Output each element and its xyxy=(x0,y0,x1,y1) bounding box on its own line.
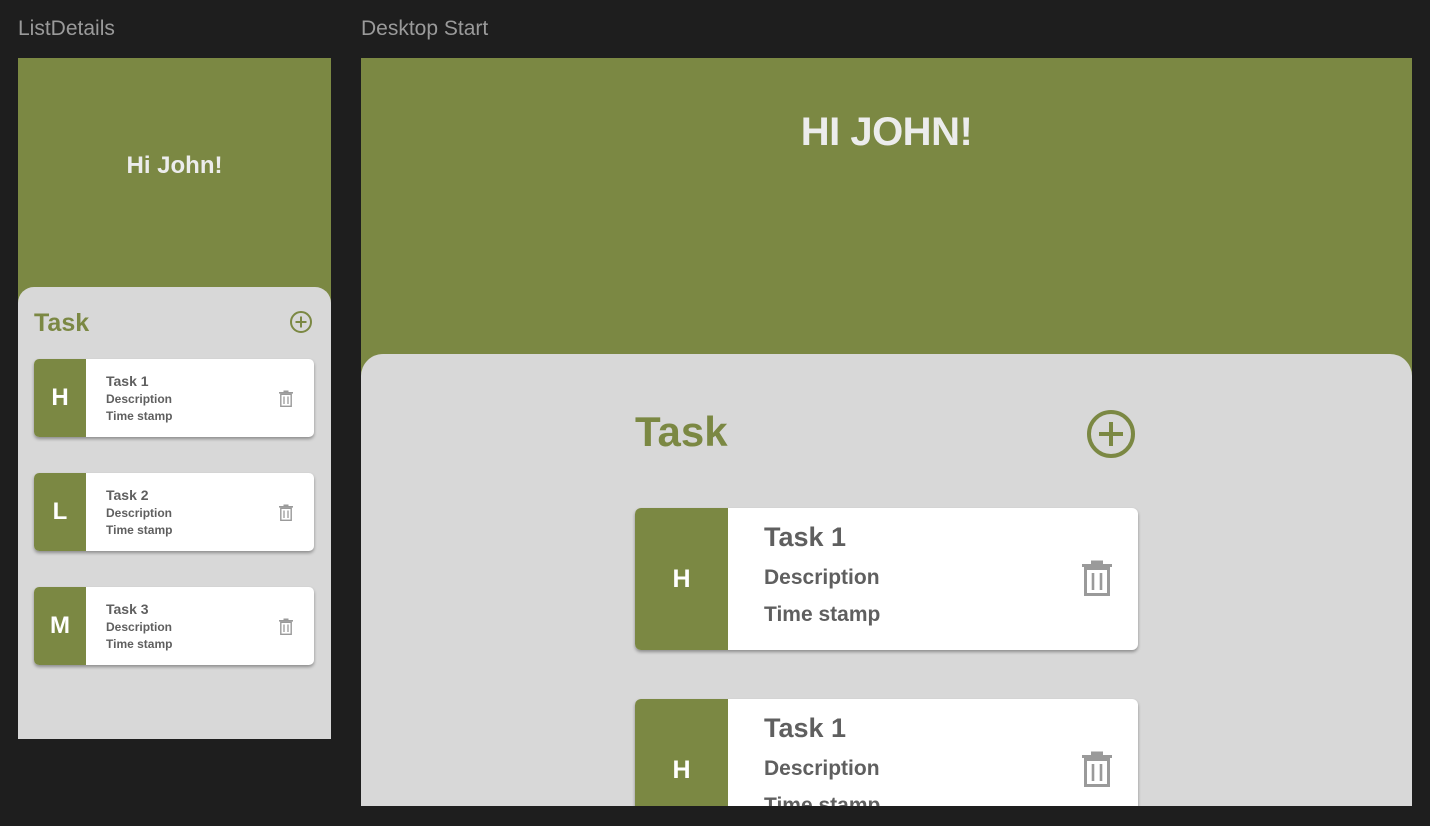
greeting-heading: HI JOHN! xyxy=(800,110,973,154)
task-section-title: Task xyxy=(34,309,90,337)
task-title: Task 2 xyxy=(106,487,149,503)
greeting-heading: Hi John! xyxy=(126,152,223,179)
task-description: Description xyxy=(106,392,173,406)
trash-icon[interactable] xyxy=(1081,751,1113,787)
trash-icon[interactable] xyxy=(278,504,294,521)
task-description: Description xyxy=(106,506,173,520)
task-card[interactable]: H Task 1 Description Time stamp xyxy=(635,699,1138,806)
trash-icon[interactable] xyxy=(1081,560,1113,596)
task-timestamp: Time stamp xyxy=(764,794,881,806)
task-card[interactable]: H Task 1 Description Time stamp xyxy=(34,359,314,437)
task-timestamp: Time stamp xyxy=(106,637,173,651)
task-priority-badge: L xyxy=(34,473,86,551)
task-description: Description xyxy=(106,620,173,634)
desktop-frame-label: Desktop Start xyxy=(361,17,489,40)
task-priority-badge: H xyxy=(635,699,728,806)
task-sheet: Task H Task 1 Description Time stamp H T… xyxy=(361,354,1412,806)
task-priority-badge: M xyxy=(34,587,86,665)
task-description: Description xyxy=(764,566,880,589)
task-title: Task 3 xyxy=(106,601,149,617)
mobile-frame-label: ListDetails xyxy=(18,17,115,40)
trash-icon[interactable] xyxy=(278,618,294,635)
add-circle-icon[interactable] xyxy=(1086,409,1136,459)
task-timestamp: Time stamp xyxy=(106,523,173,537)
task-description: Description xyxy=(764,757,880,780)
mobile-frame: Hi John! Task H Task 1 Description Time … xyxy=(18,58,331,739)
task-priority-badge: H xyxy=(34,359,86,437)
add-circle-icon[interactable] xyxy=(289,310,313,334)
task-title: Task 1 xyxy=(764,522,847,552)
task-card[interactable]: L Task 2 Description Time stamp xyxy=(34,473,314,551)
task-section-title: Task xyxy=(635,408,728,455)
task-priority-badge: H xyxy=(635,508,728,650)
task-title: Task 1 xyxy=(106,373,149,389)
task-sheet: Task H Task 1 Description Time stamp L T… xyxy=(18,287,331,739)
desktop-frame: HI JOHN! Task H Task 1 Description Time … xyxy=(361,58,1412,806)
task-timestamp: Time stamp xyxy=(764,603,881,626)
task-card[interactable]: H Task 1 Description Time stamp xyxy=(635,508,1138,650)
task-card[interactable]: M Task 3 Description Time stamp xyxy=(34,587,314,665)
trash-icon[interactable] xyxy=(278,390,294,407)
task-title: Task 1 xyxy=(764,713,847,743)
task-timestamp: Time stamp xyxy=(106,409,173,423)
